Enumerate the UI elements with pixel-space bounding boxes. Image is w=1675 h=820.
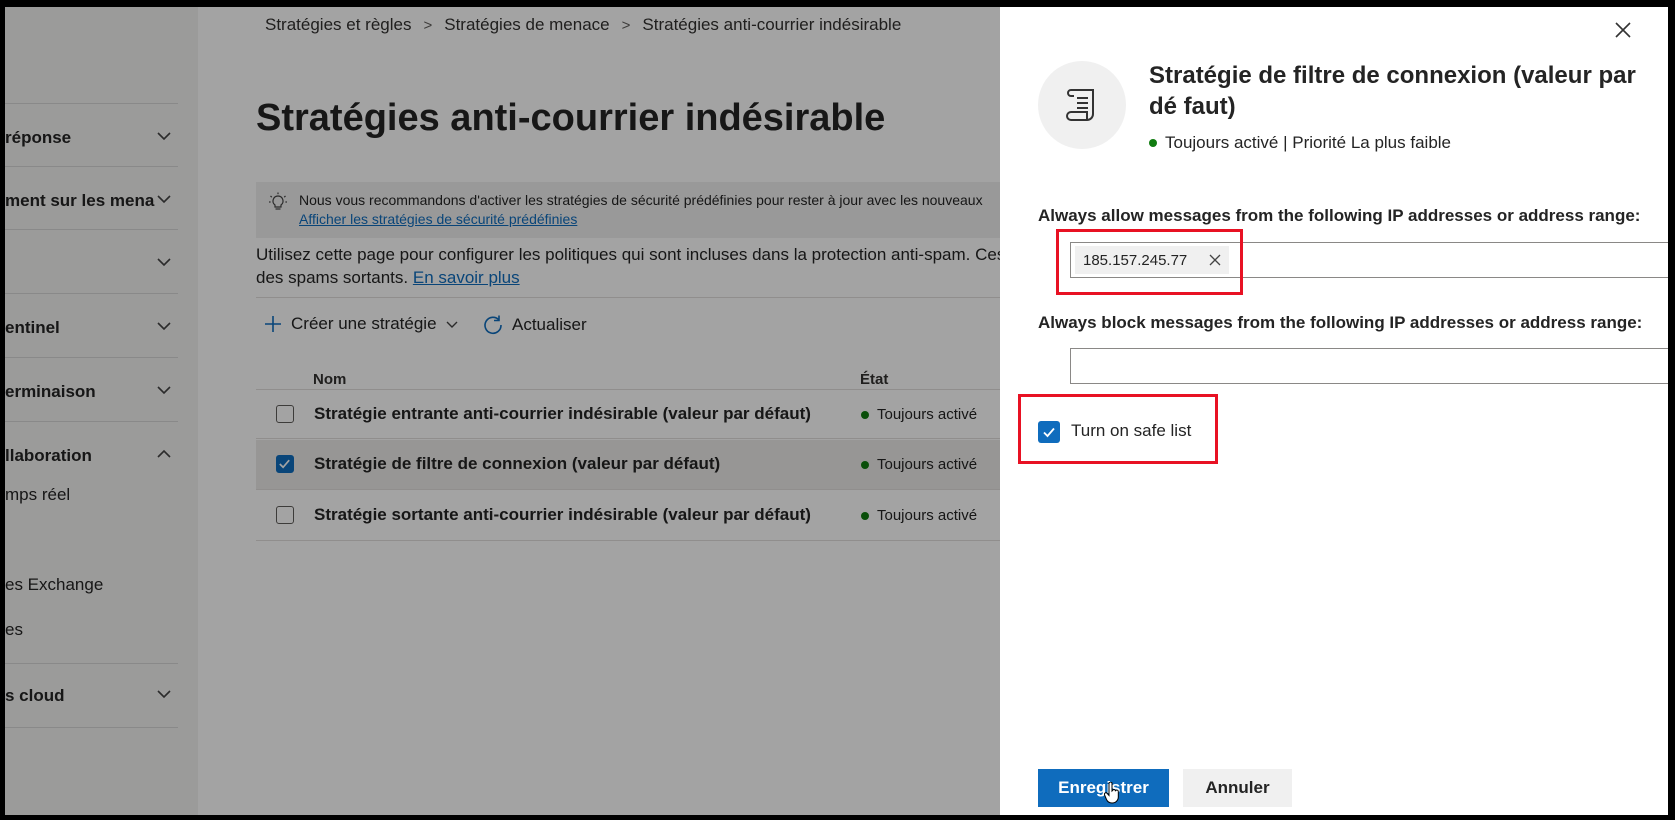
policy-flyout-panel: Stratégie de filtre de connexion (valeur… [1000, 7, 1668, 815]
chevron-down-icon [157, 132, 171, 141]
plus-icon [265, 316, 281, 332]
column-header-name[interactable]: Nom [313, 371, 346, 388]
panel-title: Stratégie de filtre de connexion (valeur… [1149, 62, 1636, 120]
chevron-down-icon [157, 690, 171, 699]
checkmark-icon [279, 459, 290, 469]
table-row[interactable]: Stratégie de filtre de connexion (valeur… [256, 440, 1016, 490]
banner-text: Nous vous recommandons d'activer les str… [299, 192, 983, 208]
breadcrumb-separator-icon: > [621, 16, 631, 34]
recommendation-banner: Nous vous recommandons d'activer les str… [256, 182, 1016, 238]
policy-name[interactable]: Stratégie de filtre de connexion (valeur… [314, 454, 720, 474]
row-checkbox[interactable] [276, 506, 294, 524]
chevron-down-icon [157, 195, 171, 204]
row-checkbox[interactable] [276, 455, 294, 473]
cancel-button[interactable]: Annuler [1183, 769, 1292, 807]
highlight-box [1056, 229, 1243, 295]
table-row[interactable]: Stratégie sortante anti-courrier indésir… [256, 491, 1016, 541]
refresh-label: Actualiser [512, 315, 587, 334]
status-dot-icon [861, 511, 869, 520]
close-icon[interactable] [1612, 19, 1634, 41]
create-policy-label: Créer une stratégie [291, 314, 437, 333]
highlight-box [1018, 394, 1218, 464]
description-text: Utilisez cette page pour configurer les … [256, 245, 1006, 264]
toolbar-divider [256, 297, 1016, 298]
breadcrumb-item[interactable]: Stratégies de menace [444, 15, 609, 35]
nav-item-collaboration[interactable]: llaboration [5, 422, 178, 489]
refresh-button[interactable]: Actualiser [482, 314, 587, 336]
breadcrumb-item-current: Stratégies anti-courrier indésirable [642, 15, 902, 34]
nav-item-label: entinel [5, 317, 60, 337]
main-content: Stratégies et règles > Stratégies de men… [198, 7, 1016, 815]
policy-state: Toujours activé [861, 406, 977, 423]
learn-more-link[interactable]: En savoir plus [413, 268, 520, 287]
chevron-down-icon [446, 321, 458, 328]
nav-divider [5, 727, 178, 728]
app-window: réponse ment sur les menac entinel ermin… [5, 7, 1668, 815]
chevron-up-icon [157, 449, 171, 458]
nav-item-cloud[interactable]: s cloud [5, 662, 178, 729]
scroll-document-icon [1066, 89, 1094, 121]
nav-item-label: s cloud [5, 685, 65, 705]
nav-item-response[interactable]: réponse [5, 104, 178, 171]
breadcrumb: Stratégies et règles > Stratégies de men… [265, 15, 901, 35]
column-header-state[interactable]: État [860, 371, 888, 388]
nav-subitem-exchange[interactable]: es Exchange [5, 575, 103, 595]
pointer-hand-icon [1104, 782, 1119, 804]
chevron-down-icon [157, 386, 171, 395]
refresh-icon [484, 315, 502, 335]
policy-state: Toujours activé [861, 456, 977, 473]
nav-item-label: réponse [5, 127, 72, 147]
row-checkbox[interactable] [276, 405, 294, 423]
nav-subitem-other[interactable]: es [5, 620, 23, 640]
nav-item-threat-intel[interactable]: ment sur les menac [5, 167, 178, 234]
nav-item-label: erminaison [5, 381, 96, 401]
nav-item-label: ment sur les menac [5, 190, 155, 210]
table-row[interactable]: Stratégie entrante anti-courrier indésir… [256, 389, 1016, 439]
nav-item-sentinel[interactable]: entinel [5, 294, 178, 361]
chevron-down-icon [157, 258, 171, 267]
preset-policies-link[interactable]: Afficher les stratégies de sécurité préd… [299, 211, 577, 227]
policy-state-text: Toujours activé [877, 507, 978, 524]
breadcrumb-item[interactable]: Stratégies et règles [265, 15, 411, 35]
nav-item-label: llaboration [5, 445, 92, 465]
page-description: Utilisez cette page pour configurer les … [256, 243, 1016, 289]
block-ip-label: Always block messages from the following… [1038, 313, 1643, 332]
page-title: Stratégies anti-courrier indésirable [256, 97, 886, 139]
panel-status-text: Toujours activé | Priorité La plus faibl… [1165, 133, 1452, 152]
lightbulb-icon [269, 192, 287, 210]
nav-item-unnamed[interactable] [5, 230, 178, 297]
nav-subitem-realtime[interactable]: mps réel [5, 485, 70, 505]
chevron-down-icon [157, 322, 171, 331]
policy-name[interactable]: Stratégie sortante anti-courrier indésir… [314, 505, 811, 525]
status-dot-icon [1149, 139, 1157, 147]
policy-avatar [1038, 61, 1126, 149]
description-text-line2: des spams sortants. [256, 268, 409, 287]
block-ip-input[interactable] [1070, 348, 1668, 384]
policy-state-text: Toujours activé [877, 456, 978, 473]
policy-name[interactable]: Stratégie entrante anti-courrier indésir… [314, 404, 811, 424]
policy-state-text: Toujours activé [877, 406, 978, 423]
panel-status: Toujours activé | Priorité La plus faibl… [1149, 133, 1451, 153]
nav-item-endpoints[interactable]: erminaison [5, 358, 178, 425]
left-nav: réponse ment sur les menac entinel ermin… [5, 7, 198, 815]
status-dot-icon [861, 460, 869, 469]
allow-ip-label: Always allow messages from the following… [1038, 206, 1641, 225]
create-policy-button[interactable]: Créer une stratégie [263, 314, 459, 334]
breadcrumb-separator-icon: > [423, 16, 433, 34]
policy-state: Toujours activé [861, 507, 977, 524]
status-dot-icon [861, 410, 869, 419]
